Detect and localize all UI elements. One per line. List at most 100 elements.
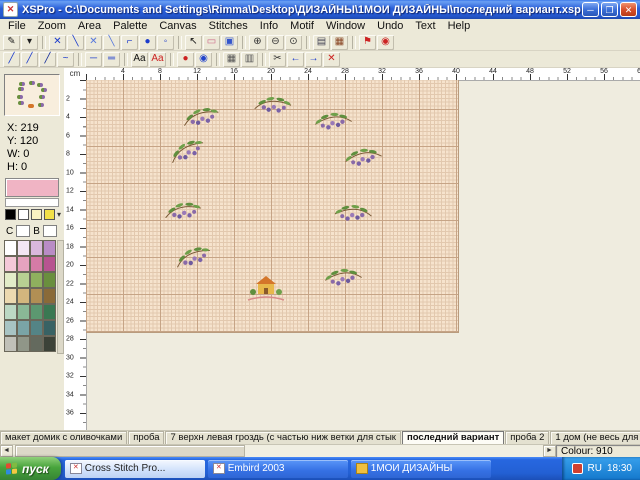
menu-item-area[interactable]: Area bbox=[72, 19, 107, 34]
bead-tool[interactable]: ◦ bbox=[157, 35, 174, 50]
color-dot-button[interactable]: ● bbox=[177, 52, 194, 67]
pattern-tab-5[interactable]: 1 дом (не весь для стыковки) bbox=[550, 431, 640, 445]
pencil-tool[interactable]: ✎ bbox=[3, 35, 20, 50]
fill-tool[interactable]: ▣ bbox=[221, 35, 238, 50]
taskbar-task[interactable]: 1МОИ ДИЗАЙНЫ bbox=[351, 460, 491, 478]
pattern-tab-0[interactable]: макет домик с оливочками bbox=[0, 431, 127, 445]
medium-line-tool[interactable]: ╱ bbox=[21, 52, 38, 67]
palette-swatch[interactable] bbox=[43, 320, 56, 336]
menu-item-motif[interactable]: Motif bbox=[284, 19, 320, 34]
close-button[interactable]: ✕ bbox=[620, 2, 637, 17]
palette-swatch[interactable] bbox=[30, 256, 43, 272]
menu-item-text[interactable]: Text bbox=[409, 19, 441, 34]
palette-swatch[interactable] bbox=[43, 288, 56, 304]
palette-swatch[interactable] bbox=[30, 320, 43, 336]
text-color-tool[interactable]: Aa bbox=[149, 52, 166, 67]
palette-swatch[interactable] bbox=[4, 288, 17, 304]
palette-swatch[interactable] bbox=[43, 272, 56, 288]
pattern-tab-1[interactable]: проба bbox=[128, 431, 164, 445]
pattern-tab-4[interactable]: проба 2 bbox=[505, 431, 549, 445]
quarter-stitch-tool[interactable]: ╲ bbox=[103, 35, 120, 50]
taskbar-task[interactable]: ✕Embird 2003 bbox=[208, 460, 348, 478]
menu-item-window[interactable]: Window bbox=[320, 19, 371, 34]
tray-icon[interactable] bbox=[572, 463, 583, 474]
mini-palette-swatch[interactable] bbox=[44, 209, 55, 220]
curve-tool[interactable]: ~ bbox=[57, 52, 74, 67]
palette-swatch[interactable] bbox=[4, 256, 17, 272]
delete-button[interactable]: ✕ bbox=[323, 52, 340, 67]
mini-palette-swatch[interactable] bbox=[18, 209, 29, 220]
b-box[interactable] bbox=[43, 225, 57, 237]
color-wheel-button[interactable]: ◉ bbox=[377, 35, 394, 50]
pattern-tab-2[interactable]: 7 верхн левая гроздь (с частью ниж ветки… bbox=[165, 431, 400, 445]
pattern-tab-3[interactable]: последний вариант bbox=[402, 431, 504, 445]
palette-swatch[interactable] bbox=[4, 240, 17, 256]
pattern-grid[interactable] bbox=[86, 80, 459, 333]
palette-swatch[interactable] bbox=[4, 336, 17, 352]
palette-swatch[interactable] bbox=[43, 336, 56, 352]
palette-swatch[interactable] bbox=[17, 288, 30, 304]
text-tool[interactable]: Aa bbox=[131, 52, 148, 67]
menu-item-palette[interactable]: Palette bbox=[107, 19, 153, 34]
palette-swatch[interactable] bbox=[17, 240, 30, 256]
single-line-style[interactable]: ─ bbox=[85, 52, 102, 67]
start-button[interactable]: пуск bbox=[0, 457, 61, 480]
menu-item-stitches[interactable]: Stitches bbox=[203, 19, 254, 34]
cut-tool[interactable]: ✂ bbox=[269, 52, 286, 67]
thin-line-tool[interactable]: ╱ bbox=[3, 52, 20, 67]
full-stitch-tool[interactable]: ✕ bbox=[49, 35, 66, 50]
palette-swatch[interactable] bbox=[43, 256, 56, 272]
mini-palette-swatch[interactable] bbox=[5, 209, 16, 220]
palette-swatch[interactable] bbox=[43, 240, 56, 256]
menu-item-help[interactable]: Help bbox=[442, 19, 477, 34]
selected-color-swatch[interactable] bbox=[5, 178, 59, 197]
menu-item-file[interactable]: File bbox=[2, 19, 32, 34]
zoom-area-tool[interactable]: ⊙ bbox=[285, 35, 302, 50]
grid-style-toggle[interactable]: ▥ bbox=[241, 52, 258, 67]
grid-toggle[interactable]: ▦ bbox=[223, 52, 240, 67]
c-box[interactable] bbox=[16, 225, 30, 237]
backstitch-tool[interactable]: ⌐ bbox=[121, 35, 138, 50]
flag-button[interactable]: ⚑ bbox=[359, 35, 376, 50]
color-ring-button[interactable]: ◉ bbox=[195, 52, 212, 67]
zoom-out-tool[interactable]: ⊖ bbox=[267, 35, 284, 50]
menu-item-canvas[interactable]: Canvas bbox=[153, 19, 202, 34]
maximize-button[interactable]: ❐ bbox=[601, 2, 618, 17]
scroll-left-button[interactable]: ◄ bbox=[0, 445, 13, 457]
mini-palette-swatch[interactable] bbox=[31, 209, 42, 220]
palette-swatch[interactable] bbox=[17, 320, 30, 336]
half-stitch-tool[interactable]: ╲ bbox=[67, 35, 84, 50]
palette-swatch[interactable] bbox=[17, 336, 30, 352]
pencil-dropdown[interactable]: ▾ bbox=[21, 35, 38, 50]
palette-swatch[interactable] bbox=[43, 304, 56, 320]
select-tool[interactable]: ↖ bbox=[185, 35, 202, 50]
palette-swatch[interactable] bbox=[4, 320, 17, 336]
scroll-thumb[interactable] bbox=[15, 445, 245, 457]
menu-item-undo[interactable]: Undo bbox=[371, 19, 409, 34]
scroll-track[interactable] bbox=[13, 445, 543, 457]
menu-item-zoom[interactable]: Zoom bbox=[32, 19, 72, 34]
palette-swatch[interactable] bbox=[17, 304, 30, 320]
palette-swatch[interactable] bbox=[30, 240, 43, 256]
print-button[interactable]: ▤ bbox=[313, 35, 330, 50]
palette-button[interactable]: ▦ bbox=[331, 35, 348, 50]
palette-swatch[interactable] bbox=[30, 272, 43, 288]
eraser-tool[interactable]: ▭ bbox=[203, 35, 220, 50]
preview-box[interactable] bbox=[4, 74, 60, 116]
taskbar-task[interactable]: ✕Cross Stitch Pro... bbox=[65, 460, 205, 478]
french-knot-tool[interactable]: ● bbox=[139, 35, 156, 50]
palette-scrollbar[interactable] bbox=[57, 240, 64, 354]
palette-swatch[interactable] bbox=[4, 304, 17, 320]
language-indicator[interactable]: RU bbox=[588, 463, 602, 474]
thick-line-tool[interactable]: ╱ bbox=[39, 52, 56, 67]
palette-swatch[interactable] bbox=[30, 336, 43, 352]
petite-stitch-tool[interactable]: ✕ bbox=[85, 35, 102, 50]
zoom-in-tool[interactable]: ⊕ bbox=[249, 35, 266, 50]
scroll-right-button[interactable]: ► bbox=[543, 445, 556, 457]
double-line-style[interactable]: ═ bbox=[103, 52, 120, 67]
mini-palette-dropdown-icon[interactable]: ▾ bbox=[57, 210, 61, 219]
palette-swatch[interactable] bbox=[30, 288, 43, 304]
palette-swatch[interactable] bbox=[4, 272, 17, 288]
palette-swatch[interactable] bbox=[30, 304, 43, 320]
menu-item-info[interactable]: Info bbox=[254, 19, 284, 34]
